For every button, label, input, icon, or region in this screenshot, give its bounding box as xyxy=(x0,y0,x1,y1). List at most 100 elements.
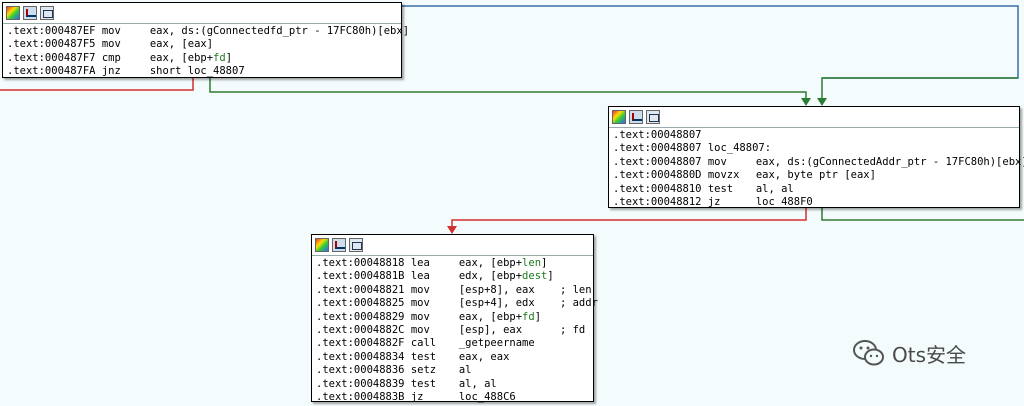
address: .text:00048807 xyxy=(613,142,708,155)
code-block-2[interactable]: .text:00048807 .text:00048807 loc_48807:… xyxy=(608,106,1024,211)
address: .text:0004883B xyxy=(316,391,411,404)
color-palette-icon[interactable] xyxy=(315,238,329,252)
address: .text:0004881B xyxy=(316,270,411,283)
operands: loc_488F0 xyxy=(755,196,813,209)
mnemonic: call xyxy=(410,337,437,350)
edge-green-2 xyxy=(821,77,1018,100)
color-palette-icon[interactable] xyxy=(6,6,20,20)
code-line[interactable]: .text:0004882C mov [esp], eax ; fd xyxy=(316,324,589,337)
operands: eax, [eax] xyxy=(149,38,214,51)
operands: al xyxy=(458,364,472,377)
edit-graph-icon[interactable] xyxy=(332,238,346,252)
code-line[interactable]: .text:0004880D movzx eax, byte ptr [eax] xyxy=(613,169,1015,182)
block-code: .text:00048818 lea eax, [ebp+len] .text:00… xyxy=(312,256,598,406)
color-palette-icon[interactable] xyxy=(612,110,626,124)
address: .text:00048807 xyxy=(613,129,708,141)
code-block-3[interactable]: .text:00048818 lea eax, [ebp+len] .text:00… xyxy=(311,234,598,403)
address: .text:000487FA xyxy=(7,65,102,78)
operands: short loc_48807 xyxy=(149,65,245,78)
block-titlebar xyxy=(312,235,593,256)
mnemonic: mov xyxy=(101,38,121,51)
arrow-green-1 xyxy=(801,98,811,106)
address: .text:00048821 xyxy=(316,283,411,296)
operands: edx, [ebp+dest] xyxy=(458,270,554,283)
block-code: .text:00048807 .text:00048807 loc_48807:… xyxy=(609,128,1024,211)
code-line[interactable]: .text:000487FA jnz short loc_48807 xyxy=(7,65,397,78)
address: .text:000487F7 xyxy=(7,51,102,64)
address: .text:00048812 xyxy=(613,196,708,209)
code-line[interactable]: .text:00048825 mov [esp+4], edx ; addr xyxy=(316,297,598,310)
operands: eax, ds:(gConnectedfd_ptr - 17FC80h)[ebx… xyxy=(149,25,410,37)
operands: eax, eax xyxy=(458,350,510,363)
code-line[interactable]: .text:000487F5 mov eax, [eax] xyxy=(7,38,397,51)
address: .text:00048834 xyxy=(316,350,411,363)
address: .text:00048825 xyxy=(316,297,411,310)
address: .text:0004882F xyxy=(316,337,411,350)
mnemonic: mov xyxy=(410,283,430,296)
address: .text:000487EF xyxy=(7,25,102,37)
mnemonic: setz xyxy=(410,364,437,377)
code-line[interactable]: .text:0004883B jz loc_488C6 xyxy=(316,391,589,404)
code-line[interactable]: .text:0004881B lea edx, [ebp+dest] xyxy=(316,270,589,283)
operands: al, al xyxy=(755,182,794,195)
code-line[interactable]: .text:00048807 mov eax, ds:(gConnectedAdd… xyxy=(613,155,1024,169)
mnemonic: loc_48807: xyxy=(707,142,772,155)
block-titlebar xyxy=(3,3,401,24)
code-line[interactable]: .text:00048812 jz loc_488F0 xyxy=(613,196,1015,209)
wechat-icon xyxy=(853,340,884,366)
address: .text:00048818 xyxy=(316,257,411,269)
code-line[interactable]: .text:0004882F call _getpeername xyxy=(316,337,589,350)
mnemonic: mov xyxy=(707,155,727,168)
operands: [esp+4], edx ; addr xyxy=(458,297,598,310)
block-titlebar xyxy=(609,107,1019,128)
group-nodes-icon[interactable] xyxy=(349,238,363,252)
mnemonic: movzx xyxy=(707,169,740,182)
code-block-1[interactable]: .text:000487EF mov eax, ds:(gConnectedfd_… xyxy=(2,2,409,81)
code-line[interactable]: .text:00048807 loc_48807: xyxy=(613,142,1015,155)
address: .text:0004882C xyxy=(316,324,411,337)
code-line[interactable]: .text:00048807 xyxy=(613,129,1015,142)
edit-graph-icon[interactable] xyxy=(23,6,37,20)
code-line[interactable]: .text:00048834 test eax, eax xyxy=(316,351,589,364)
code-line[interactable]: .text:00048810 test al, al xyxy=(613,183,1015,196)
operands: [esp+8], eax ; len xyxy=(458,283,592,296)
edge-green-1 xyxy=(209,78,807,100)
address: .text:00048810 xyxy=(613,182,708,195)
address: .text:000487F5 xyxy=(7,38,102,51)
mnemonic: cmp xyxy=(101,51,121,64)
code-line[interactable]: .text:00048818 lea eax, [ebp+len] xyxy=(316,257,589,270)
block-code: .text:000487EF mov eax, ds:(gConnectedfd_… xyxy=(3,24,409,81)
operands: [esp], eax ; fd xyxy=(458,324,586,337)
mnemonic: mov xyxy=(410,297,430,310)
code-line[interactable]: .text:000487F7 cmp eax, [ebp+fd] xyxy=(7,52,397,65)
code-line[interactable]: .text:00048839 test al, al xyxy=(316,378,589,391)
address: .text:0004880D xyxy=(613,169,708,182)
operands: loc_488C6 xyxy=(458,391,516,404)
mnemonic: mov xyxy=(410,310,430,323)
mnemonic: lea xyxy=(410,270,430,283)
operands: eax, byte ptr [eax] xyxy=(755,169,876,182)
arrow-red-2 xyxy=(447,226,457,234)
address: .text:00048836 xyxy=(316,364,411,377)
mnemonic: lea xyxy=(410,257,430,269)
arrow-green-2 xyxy=(817,98,827,106)
mnemonic: mov xyxy=(410,324,430,337)
mnemonic: jz xyxy=(707,196,721,209)
group-nodes-icon[interactable] xyxy=(646,110,660,124)
operands: eax, ds:(gConnectedAddr_ptr - 17FC80h)[e… xyxy=(755,155,1024,168)
code-line[interactable]: .text:00048821 mov [esp+8], eax ; len xyxy=(316,283,592,297)
edit-graph-icon[interactable] xyxy=(629,110,643,124)
code-line[interactable]: .text:00048829 mov eax, [ebp+fd] xyxy=(316,311,589,324)
mnemonic: test xyxy=(707,182,734,195)
group-nodes-icon[interactable] xyxy=(40,6,54,20)
mnemonic: mov xyxy=(101,25,121,37)
mnemonic: jz xyxy=(410,391,424,404)
mnemonic: test xyxy=(410,350,437,363)
mnemonic: test xyxy=(410,377,437,390)
code-line[interactable]: .text:00048836 setz al xyxy=(316,364,589,377)
mnemonic: jnz xyxy=(101,65,121,78)
operands: eax, [ebp+len] xyxy=(458,257,548,269)
address: .text:00048839 xyxy=(316,377,411,390)
watermark-text: Ots安全 xyxy=(892,342,967,367)
code-line[interactable]: .text:000487EF mov eax, ds:(gConnectedfd_… xyxy=(7,25,409,38)
